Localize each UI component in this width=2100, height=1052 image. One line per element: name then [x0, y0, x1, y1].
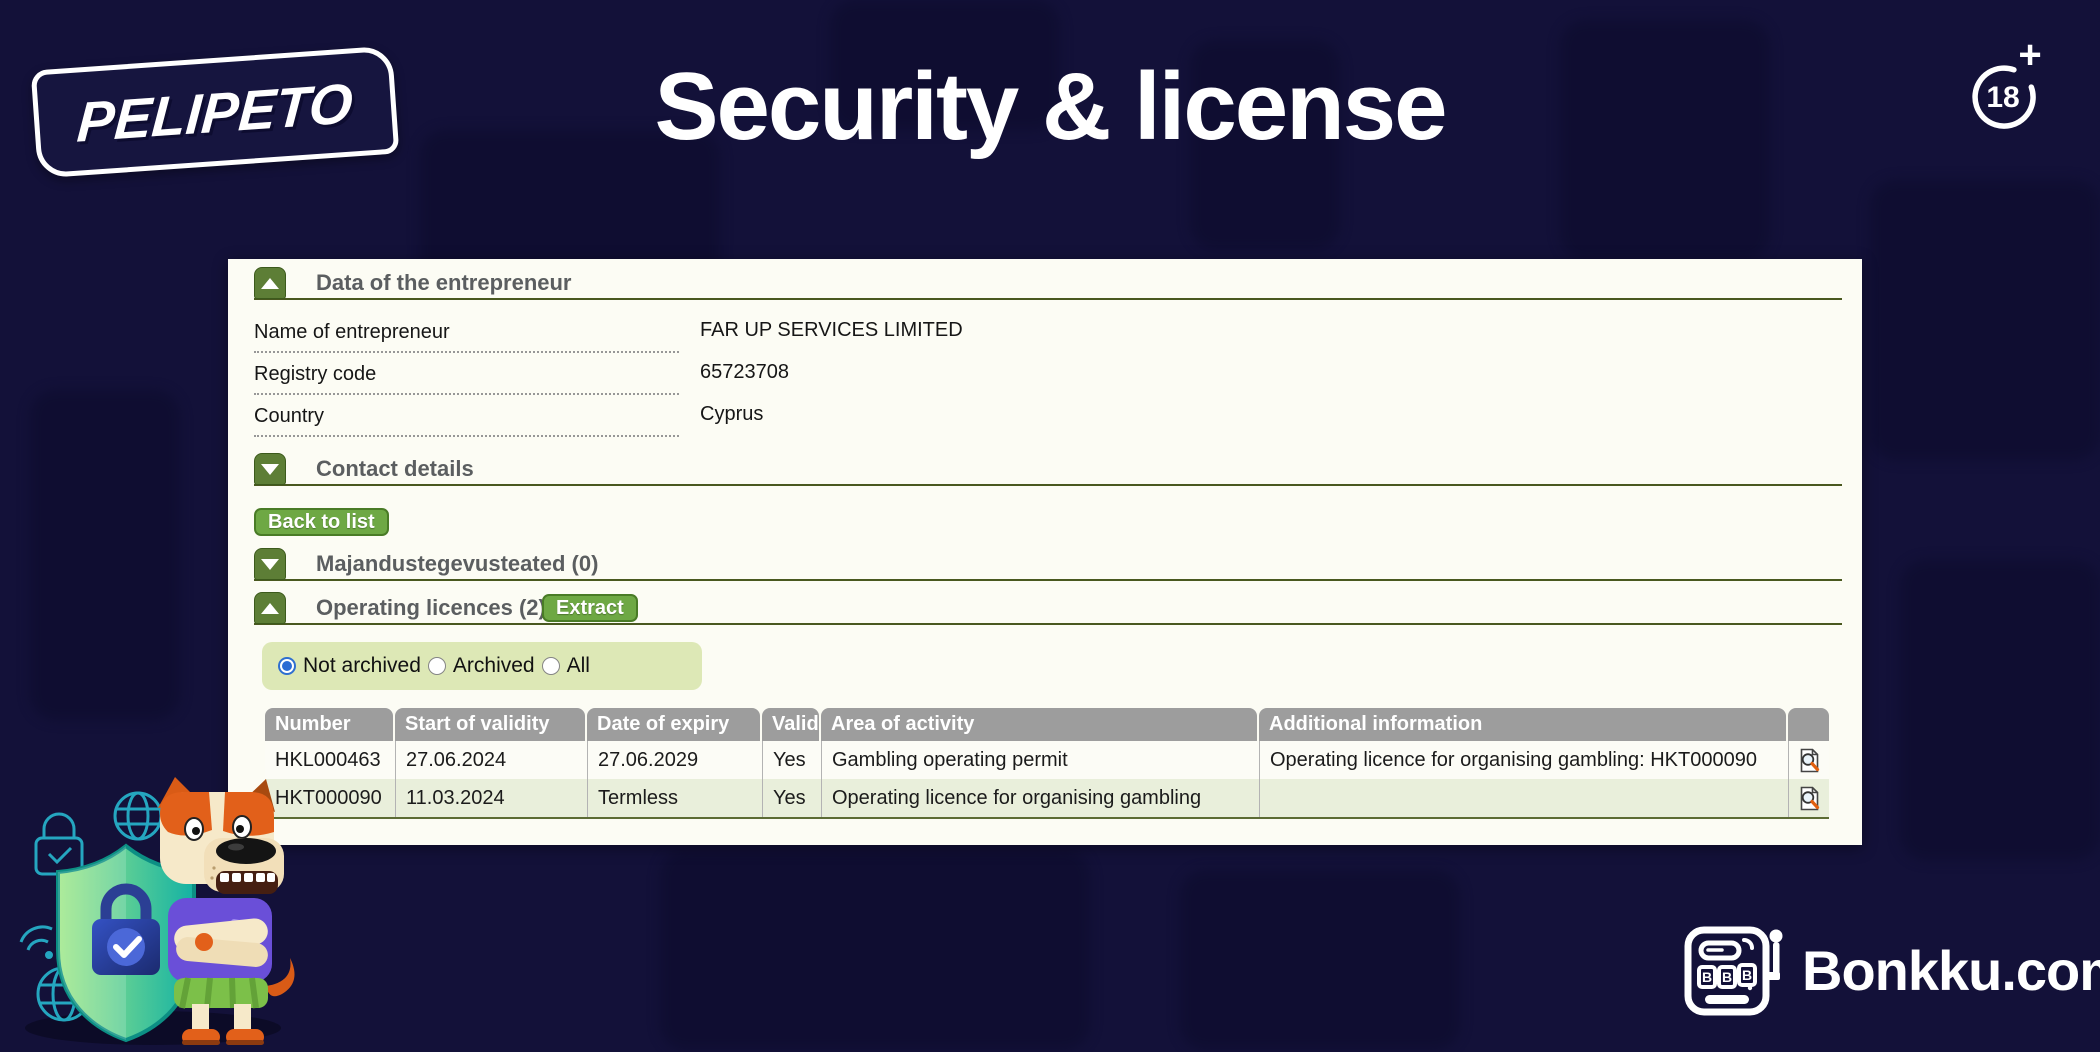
chevron-down-icon — [261, 559, 279, 570]
cell-start: 11.03.2024 — [395, 779, 587, 817]
cell-area: Operating licence for organising gamblin… — [821, 779, 1259, 817]
registry-panel: Data of the entrepreneur Name of entrepr… — [228, 259, 1862, 845]
field-label-name: Name of entrepreneur — [254, 321, 450, 344]
svg-text:B: B — [1742, 967, 1752, 983]
section-title-majandus: Majandustegevusteated (0) — [316, 548, 598, 580]
section-title-licences: Operating licences (2) — [316, 592, 546, 624]
cell-expiry: Termless — [587, 779, 762, 817]
cell-area: Gambling operating permit — [821, 741, 1259, 779]
cell-valid: Yes — [762, 779, 821, 817]
radio-label-not-archived[interactable]: Not archived — [303, 654, 421, 678]
view-licence-button[interactable] — [1788, 741, 1829, 779]
bg-slot-shape — [1180, 870, 1460, 1050]
chevron-down-icon — [261, 464, 279, 475]
age-18-plus-icon: 18 + — [1964, 42, 2052, 130]
bonkku-brand-text: Bonkku.com — [1802, 938, 2100, 1003]
svg-text:18: 18 — [1986, 81, 2019, 114]
table-row: HKL000463 27.06.2024 27.06.2029 Yes Gamb… — [265, 741, 1829, 779]
svg-text:B: B — [1702, 969, 1712, 985]
cell-valid: Yes — [762, 741, 821, 779]
radio-all[interactable] — [542, 657, 560, 675]
bonkku-brand: BBB Bonkku.com — [1682, 922, 2100, 1018]
section-underline — [254, 484, 1842, 486]
section-toggle-majandus[interactable] — [254, 548, 286, 580]
svg-text:B: B — [1722, 969, 1732, 985]
cell-start: 27.06.2024 — [395, 741, 587, 779]
table-row: HKT000090 11.03.2024 Termless Yes Operat… — [265, 779, 1829, 819]
col-header-additional: Additional information — [1259, 708, 1786, 741]
section-toggle-contact[interactable] — [254, 453, 286, 485]
cell-additional: Operating licence for organising gamblin… — [1259, 741, 1788, 779]
section-majandus: Majandustegevusteated (0) — [228, 548, 1862, 584]
radio-label-archived[interactable]: Archived — [453, 654, 535, 678]
col-header-area: Area of activity — [821, 708, 1257, 741]
field-divider — [254, 351, 679, 353]
field-value-registry-code: 65723708 — [700, 361, 789, 384]
col-header-expiry: Date of expiry — [587, 708, 760, 741]
field-divider — [254, 435, 679, 437]
cell-additional — [1259, 779, 1788, 817]
extract-button[interactable]: Extract — [542, 594, 638, 622]
field-value-name: FAR UP SERVICES LIMITED — [700, 319, 963, 342]
svg-text:+: + — [2018, 42, 2041, 77]
field-divider — [254, 393, 679, 395]
bg-slot-shape — [1870, 180, 2100, 460]
section-title-entrepreneur: Data of the entrepreneur — [316, 267, 572, 299]
col-header-actions — [1788, 708, 1829, 741]
back-to-list-button[interactable]: Back to list — [254, 508, 389, 536]
radio-archived[interactable] — [428, 657, 446, 675]
section-toggle-entrepreneur[interactable] — [254, 267, 286, 299]
field-label-country: Country — [254, 405, 324, 428]
section-toggle-licences[interactable] — [254, 592, 286, 624]
bg-slot-shape — [30, 390, 180, 720]
view-licence-button[interactable] — [1788, 779, 1829, 817]
chevron-up-icon — [261, 278, 279, 289]
archive-filter-group: Not archived Archived All — [262, 642, 702, 690]
licences-table: Number Start of validity Date of expiry … — [265, 708, 1829, 819]
security-dog-mascot — [8, 772, 308, 1052]
document-magnifier-icon — [1798, 786, 1821, 811]
pelipeto-logo-text: PELIPETO — [75, 70, 355, 155]
document-magnifier-icon — [1798, 748, 1821, 773]
radio-not-archived[interactable] — [278, 657, 296, 675]
field-label-registry-code: Registry code — [254, 363, 376, 386]
cell-expiry: 27.06.2029 — [587, 741, 762, 779]
bg-slot-shape — [1900, 560, 2100, 860]
table-header-row: Number Start of validity Date of expiry … — [265, 708, 1829, 741]
col-header-valid: Valid — [762, 708, 819, 741]
field-value-country: Cyprus — [700, 403, 763, 426]
col-header-start: Start of validity — [395, 708, 585, 741]
col-header-number: Number — [265, 708, 393, 741]
section-entrepreneur: Data of the entrepreneur — [228, 267, 1862, 303]
chevron-up-icon — [261, 603, 279, 614]
section-contact: Contact details — [228, 453, 1862, 489]
bg-slot-shape — [660, 850, 1090, 1050]
section-licences: Operating licences (2) Extract — [228, 592, 1862, 628]
slot-machine-icon: BBB — [1682, 922, 1786, 1018]
radio-label-all[interactable]: All — [567, 654, 590, 678]
section-title-contact: Contact details — [316, 453, 474, 485]
